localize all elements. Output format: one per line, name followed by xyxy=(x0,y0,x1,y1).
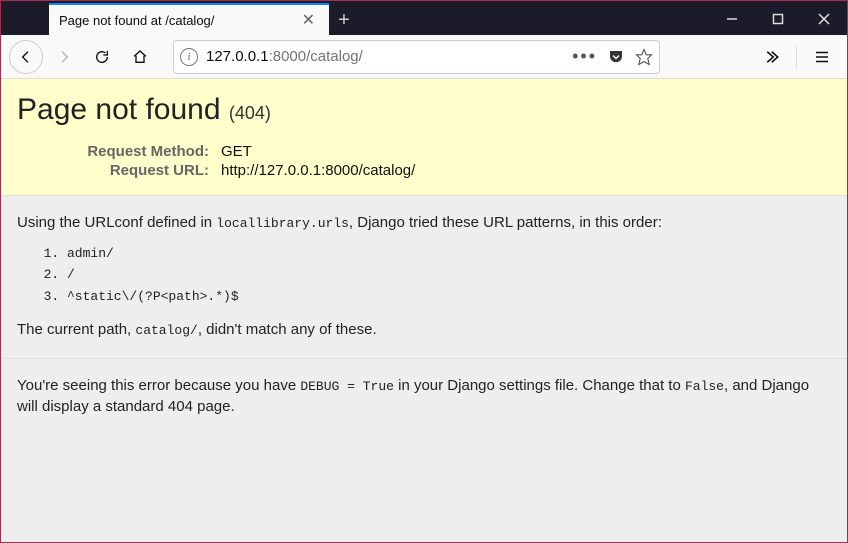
home-button[interactable] xyxy=(123,40,157,74)
request-method-value: GET xyxy=(221,143,415,160)
overflow-button[interactable] xyxy=(754,40,788,74)
table-row: Request URL: http://127.0.0.1:8000/catal… xyxy=(19,162,415,179)
page-actions-icon[interactable]: ••• xyxy=(572,46,597,67)
list-item: / xyxy=(67,264,831,286)
window-controls xyxy=(709,3,847,35)
debug-explanation: You're seeing this error because you hav… xyxy=(1,359,847,435)
url-pattern-list: admin/ / ^static\/(?P<path>.*)$ xyxy=(67,243,831,308)
reload-button[interactable] xyxy=(85,40,119,74)
request-meta-table: Request Method: GET Request URL: http://… xyxy=(17,141,417,181)
bookmark-star-icon[interactable] xyxy=(635,48,653,66)
intro-text: Using the URLconf defined in locallibrar… xyxy=(17,212,831,235)
table-row: Request Method: GET xyxy=(19,143,415,160)
no-match-text: The current path, catalog/, didn't match… xyxy=(17,319,831,342)
pocket-icon[interactable] xyxy=(607,48,625,66)
browser-tab[interactable]: Page not found at /catalog/ ✕ xyxy=(49,3,329,35)
new-tab-button[interactable]: + xyxy=(329,5,359,35)
list-item: admin/ xyxy=(67,243,831,265)
error-summary: Page not found (404) Request Method: GET… xyxy=(1,79,847,196)
list-item: ^static\/(?P<path>.*)$ xyxy=(67,286,831,308)
site-info-icon[interactable]: i xyxy=(180,48,198,66)
back-button[interactable] xyxy=(9,40,43,74)
tab-close-icon[interactable]: ✕ xyxy=(298,10,319,30)
hamburger-menu-button[interactable] xyxy=(805,40,839,74)
toolbar-separator xyxy=(796,45,797,69)
window-close-button[interactable] xyxy=(801,3,847,35)
forward-button[interactable] xyxy=(47,40,81,74)
titlebar: Page not found at /catalog/ ✕ + xyxy=(1,1,847,35)
request-url-value: http://127.0.0.1:8000/catalog/ xyxy=(221,162,415,179)
page-content: Page not found (404) Request Method: GET… xyxy=(1,79,847,542)
minimize-button[interactable] xyxy=(709,3,755,35)
request-url-label: Request URL: xyxy=(19,162,219,179)
url-pattern-info: Using the URLconf defined in locallibrar… xyxy=(1,196,847,359)
tab-title: Page not found at /catalog/ xyxy=(59,13,298,28)
url-bar[interactable]: i 127.0.0.1:8000/catalog/ ••• xyxy=(173,40,660,74)
toolbar: i 127.0.0.1:8000/catalog/ ••• xyxy=(1,35,847,79)
page-title: Page not found (404) xyxy=(17,93,831,127)
maximize-button[interactable] xyxy=(755,3,801,35)
request-method-label: Request Method: xyxy=(19,143,219,160)
status-code: (404) xyxy=(229,103,271,123)
url-text: 127.0.0.1:8000/catalog/ xyxy=(198,48,572,65)
